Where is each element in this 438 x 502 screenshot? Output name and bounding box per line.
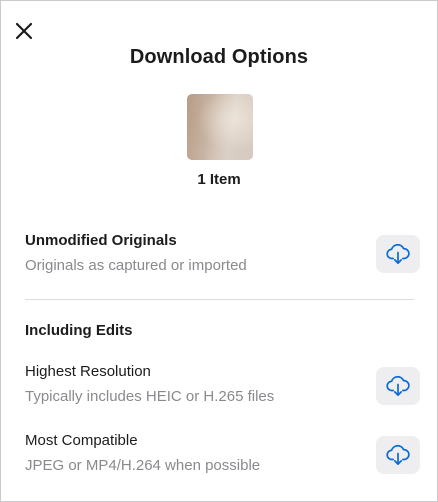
download-highest-resolution-button[interactable] bbox=[376, 367, 420, 405]
option-subtitle: Originals as captured or imported bbox=[25, 257, 247, 274]
download-options-sheet: Download Options 1 Item Unmodified Origi… bbox=[0, 0, 438, 502]
page-title: Download Options bbox=[129, 46, 309, 68]
option-unmodified-originals: Unmodified Originals Originals as captur… bbox=[25, 232, 417, 275]
photo-thumbnail bbox=[187, 94, 253, 160]
close-icon bbox=[15, 22, 33, 40]
option-highest-resolution: Highest Resolution Typically includes HE… bbox=[25, 363, 417, 406]
section-header-including-edits: Including Edits bbox=[25, 322, 133, 339]
option-most-compatible: Most Compatible JPEG or MP4/H.264 when p… bbox=[25, 432, 417, 475]
close-button[interactable] bbox=[11, 18, 37, 44]
option-subtitle: JPEG or MP4/H.264 when possible bbox=[25, 457, 261, 474]
cloud-download-icon bbox=[386, 243, 410, 264]
option-title: Highest Resolution bbox=[25, 363, 151, 380]
option-title: Most Compatible bbox=[25, 432, 138, 449]
cloud-download-icon bbox=[386, 444, 410, 465]
cloud-download-icon bbox=[386, 375, 410, 396]
download-unmodified-button[interactable] bbox=[376, 235, 420, 273]
download-most-compatible-button[interactable] bbox=[376, 436, 420, 474]
section-divider bbox=[25, 299, 414, 300]
option-title: Unmodified Originals bbox=[25, 232, 177, 249]
item-count-label: 1 Item bbox=[197, 171, 241, 188]
option-subtitle: Typically includes HEIC or H.265 files bbox=[25, 388, 275, 405]
